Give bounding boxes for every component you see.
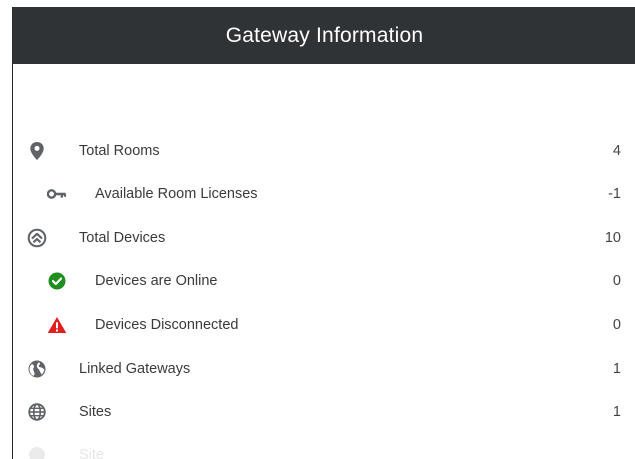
panel-header: Gateway Information [13,7,635,64]
list-item-label: Site [79,447,104,459]
list-item-devices-disconnected: Devices Disconnected 0 [13,310,635,340]
list-item-sites: Sites 1 [13,397,635,427]
sites-icon [27,402,47,422]
list-item-value: 1 [612,361,621,377]
list-item-value: 1 [612,404,621,420]
list-item-value: 0 [612,317,621,333]
globe-icon [27,359,47,379]
list-item-site: Site [13,440,635,459]
site-icon [27,445,47,459]
gateway-info-panel: Gateway Information Total Rooms 4 Availa… [12,7,635,459]
list-item-value: -1 [608,186,621,202]
list-item-devices-online: Devices are Online 0 [13,266,635,296]
list-item-label: Available Room Licenses [95,186,258,202]
list-item-label: Total Rooms [79,143,160,159]
warning-icon [47,315,67,335]
panel-title: Gateway Information [225,23,424,47]
list-item-label: Devices are Online [95,273,218,289]
list-item-linked-gateways: Linked Gateways 1 [13,354,635,384]
list-item-value: 4 [612,143,621,159]
key-icon [47,184,67,204]
list-item-total-rooms: Total Rooms 4 [13,136,635,166]
list-item-label: Linked Gateways [79,361,191,377]
list-item-value: 10 [604,230,621,246]
check-circle-icon [47,271,67,291]
devices-icon [27,228,47,248]
location-pin-icon [27,141,47,161]
list-item-total-devices: Total Devices 10 [13,223,635,253]
list-item-value: 0 [612,273,621,289]
list-item-label: Devices Disconnected [95,317,239,333]
list-item-label: Total Devices [79,230,166,246]
list-item-label: Sites [79,404,112,420]
list-item-available-room-licenses: Available Room Licenses -1 [13,179,635,209]
